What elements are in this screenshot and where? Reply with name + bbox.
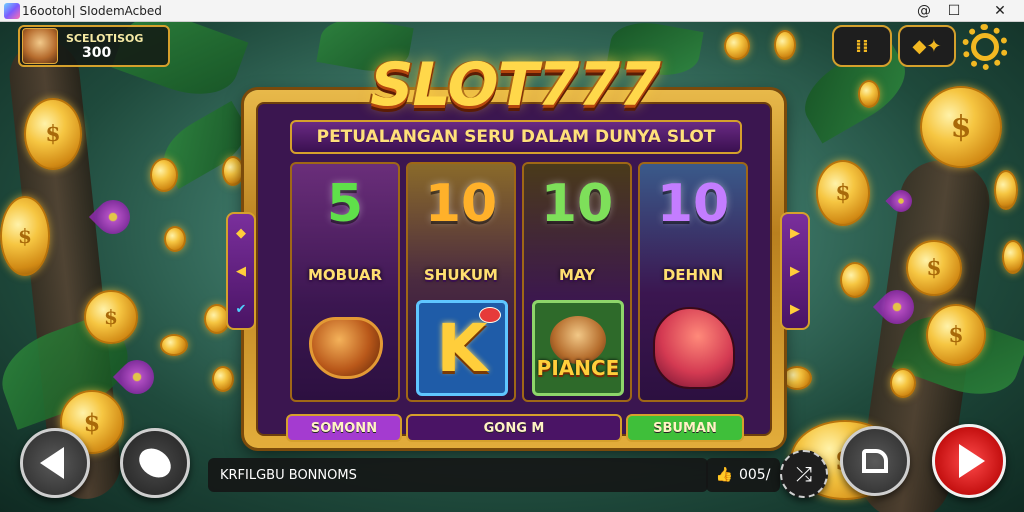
check-icon: ✔: [235, 301, 247, 317]
coin: $: [906, 240, 962, 296]
player-card[interactable]: SCELOTISOG 300: [18, 25, 170, 67]
window-title: 16ootoh| SIodemAcbed: [22, 3, 162, 18]
red-beast-symbol: [648, 300, 740, 396]
coin: [840, 262, 870, 298]
coin: [164, 226, 186, 252]
home-button[interactable]: [840, 426, 910, 496]
arrow-right-icon: ▶: [790, 225, 800, 241]
k-symbol: K: [416, 300, 508, 396]
right-side-tab[interactable]: ▶ ▶ ▶: [780, 212, 810, 330]
coin: [222, 156, 244, 186]
coin: [994, 170, 1018, 210]
reel-label: SHUKUM: [423, 266, 498, 284]
chat-bubble-icon: [133, 442, 177, 484]
k-symbol-text: K: [436, 309, 488, 387]
shuffle-icon: ⤮: [796, 462, 812, 486]
spin-button[interactable]: [932, 424, 1006, 498]
diamond-icon: ◆: [236, 225, 246, 241]
diamond-button[interactable]: ◆✦: [898, 25, 956, 67]
lion-symbol: PIANCE: [532, 300, 624, 396]
coin: $: [84, 290, 138, 344]
coin: [160, 334, 188, 356]
coin: [724, 32, 750, 60]
coin: $: [0, 196, 50, 276]
pot-icon: [309, 317, 383, 379]
lion-symbol-text: PIANCE: [536, 356, 620, 380]
diamond-icon: ◆✦: [912, 35, 942, 57]
reel-1[interactable]: 5 MOBUAR: [290, 162, 400, 402]
gong-button[interactable]: GONG M: [406, 414, 622, 442]
coin: [150, 158, 178, 192]
coin: [1002, 240, 1024, 274]
reel-3[interactable]: 10 MAY PIANCE: [522, 162, 632, 402]
coin: [858, 80, 880, 108]
game-subtitle: PETUALANGAN SERU DALAM DUNYA SLOT: [290, 120, 742, 154]
play-icon: [959, 444, 985, 478]
app-icon: [4, 3, 20, 19]
player-name: SCELOTISOG: [66, 31, 144, 45]
gear-icon[interactable]: [962, 24, 1008, 70]
menu-button[interactable]: ⁞⁞: [832, 25, 892, 67]
maximize-button[interactable]: ☐: [934, 1, 974, 21]
info-text: KRFILGBU BONNOMS: [220, 467, 357, 483]
player-score: 300: [82, 44, 112, 61]
menu-icon: ⁞⁞: [855, 35, 869, 57]
reel-label: DEHNN: [662, 266, 724, 284]
coin: [212, 366, 234, 392]
reel-4[interactable]: 10 DEHNN: [638, 162, 748, 402]
golden-pot-symbol: [300, 300, 392, 396]
close-button[interactable]: ✕: [980, 1, 1020, 21]
like-counter[interactable]: 👍 005/: [706, 458, 780, 492]
somonn-button[interactable]: SOMONN: [286, 414, 402, 442]
back-button[interactable]: [20, 428, 90, 498]
coin: [782, 366, 812, 390]
arrow-right-icon: ▶: [790, 263, 800, 279]
window-title-bar: 16ootoh| SIodemAcbed @ ☐ ✕: [0, 0, 1024, 22]
coin: $: [920, 86, 1002, 168]
reel-2[interactable]: 10 SHUKUM K: [406, 162, 516, 402]
arrow-right-icon: ▶: [790, 301, 800, 317]
reel-label: MOBUAR: [308, 266, 382, 284]
coin: $: [24, 98, 82, 170]
player-info: SCELOTISOG 300: [66, 32, 143, 61]
reel-number: 10: [656, 174, 730, 234]
home-icon: [862, 449, 888, 473]
back-arrow-icon: [40, 447, 64, 479]
arrow-left-icon: ◀: [236, 263, 246, 279]
coin: $: [926, 304, 986, 366]
avatar: [22, 28, 58, 64]
reel-number: 10: [540, 174, 614, 234]
counter-value: 005/: [738, 467, 771, 483]
reel-number: 5: [326, 174, 364, 234]
left-side-tab[interactable]: ◆ ◀ ✔: [226, 212, 256, 330]
game-logo: SLOT777: [370, 50, 660, 120]
reel-number: 10: [424, 174, 498, 234]
beast-icon: [653, 307, 735, 389]
chat-button[interactable]: [120, 428, 190, 498]
thumbs-up-icon: 👍: [715, 467, 733, 483]
autoplay-button[interactable]: ⤮: [780, 450, 828, 498]
sbuman-button[interactable]: SBUMAN: [626, 414, 744, 442]
badge-icon: [479, 307, 501, 323]
coin: $: [816, 160, 870, 226]
coin: [774, 30, 796, 60]
coin: [890, 368, 916, 398]
info-bar: KRFILGBU BONNOMS: [208, 458, 708, 492]
reel-label: MAY: [559, 266, 595, 284]
